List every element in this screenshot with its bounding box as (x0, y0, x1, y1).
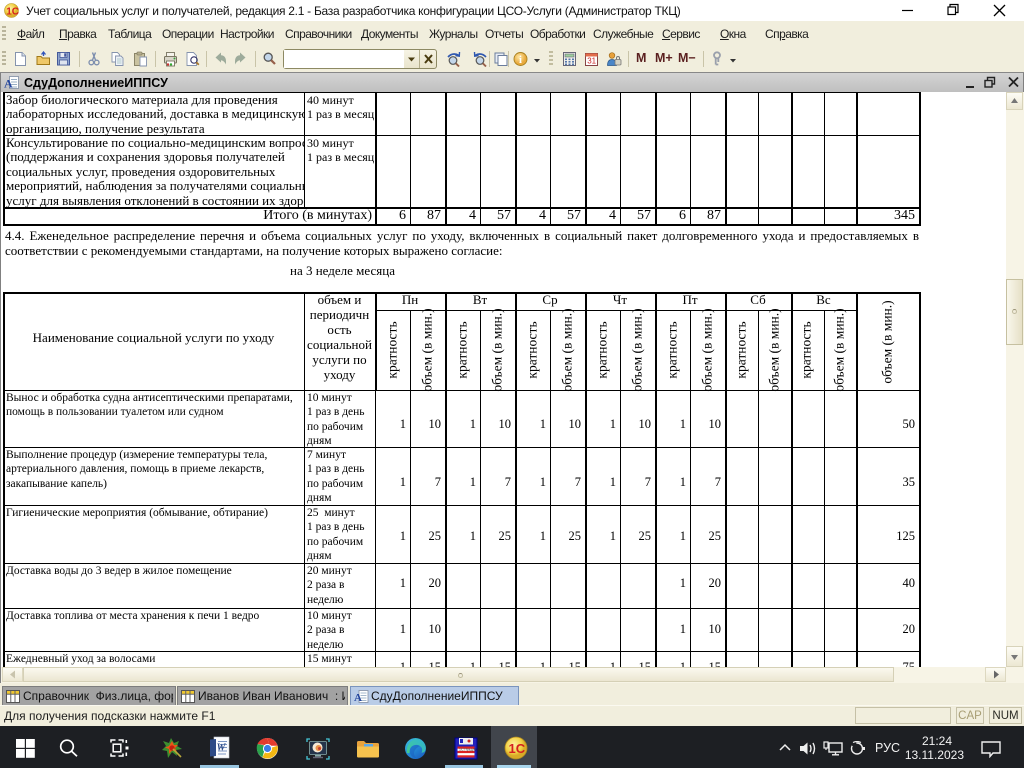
svg-text:1С: 1С (6, 7, 19, 18)
svg-text:i: i (519, 55, 522, 66)
svg-text:31: 31 (587, 57, 596, 66)
svg-text:W: W (217, 743, 227, 754)
svg-text:1С: 1С (509, 741, 526, 756)
svg-text:A: A (4, 77, 13, 91)
svg-text:1С:Предпр: 1С:Предпр (459, 748, 477, 752)
svg-text:A: A (354, 692, 362, 703)
